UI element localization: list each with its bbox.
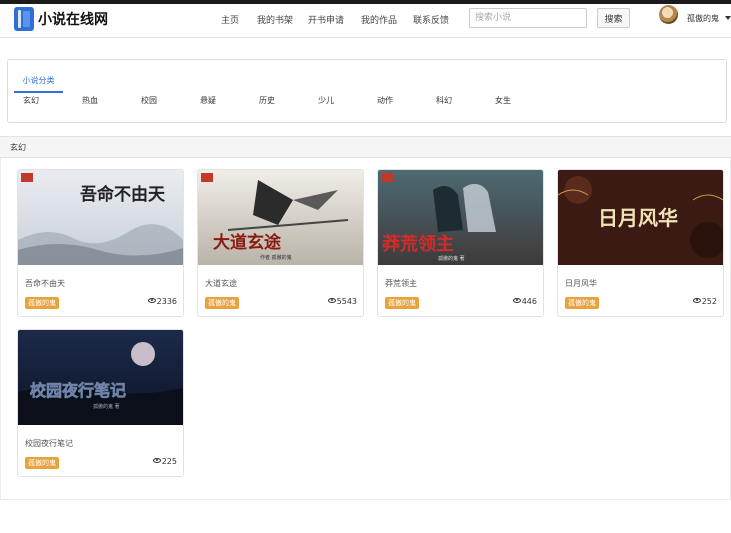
category-item-nvsheng[interactable]: 女生 xyxy=(495,95,511,106)
book-title[interactable]: 大道玄途 xyxy=(205,278,237,289)
section-header: 玄幻 xyxy=(0,136,731,158)
view-count: 446 xyxy=(512,297,537,306)
author-badge[interactable]: 孤傲的鬼 xyxy=(565,297,599,309)
book-card[interactable]: 日月风华 日月风华 孤傲的鬼 252 xyxy=(557,169,724,317)
cover-author: 孤傲的鬼 著 xyxy=(438,255,465,262)
category-item-xuanyi[interactable]: 悬疑 xyxy=(200,95,216,106)
view-count: 5543 xyxy=(327,297,357,306)
book-card[interactable]: 校园夜行笔记 孤傲的鬼 著 校园夜行笔记 孤傲的鬼 225 xyxy=(17,329,184,477)
tab-categories[interactable]: 小说分类 xyxy=(14,73,63,93)
cover-title: 日月风华 xyxy=(598,206,678,230)
username-dropdown[interactable]: 孤傲的鬼 xyxy=(687,13,719,24)
nav-link-feedback[interactable]: 联系反馈 xyxy=(413,13,449,26)
view-count: 2336 xyxy=(147,297,177,306)
book-logo-icon[interactable] xyxy=(14,7,34,31)
section-title: 玄幻 xyxy=(10,143,26,152)
book-card[interactable]: 大道玄途 作者 孤傲的鬼 大道玄途 孤傲的鬼 5543 xyxy=(197,169,364,317)
view-count-value: 5543 xyxy=(336,297,357,306)
book-cover[interactable]: 莽荒领主 孤傲的鬼 著 xyxy=(378,170,543,265)
site-logo-text[interactable]: 小说在线网 xyxy=(38,9,108,29)
book-card[interactable]: 吾命不由天 吾命不由天 孤傲的鬼 2336 xyxy=(17,169,184,317)
eye-icon xyxy=(692,298,701,303)
cover-title: 大道玄途 xyxy=(213,232,282,253)
search-input[interactable] xyxy=(469,8,587,28)
view-count: 252 xyxy=(692,297,717,306)
book-title[interactable]: 吾命不由天 xyxy=(25,278,65,289)
view-count: 225 xyxy=(152,457,177,466)
book-title[interactable]: 校园夜行笔记 xyxy=(25,438,73,449)
category-item-shaoer[interactable]: 少儿 xyxy=(318,95,334,106)
search-button[interactable]: 搜索 xyxy=(597,8,630,28)
avatar[interactable] xyxy=(659,5,678,24)
book-list: 吾命不由天 吾命不由天 孤傲的鬼 2336 大道玄途 作者 孤傲的鬼 大道玄途 … xyxy=(0,158,731,500)
cover-author: 作者 孤傲的鬼 xyxy=(260,254,292,261)
navbar: 小说在线网 主页 我的书架 开书申请 我的作品 联系反馈 搜索 孤傲的鬼 xyxy=(0,4,731,38)
view-count-value: 2336 xyxy=(156,297,177,306)
view-count-value: 225 xyxy=(161,457,177,466)
author-badge[interactable]: 孤傲的鬼 xyxy=(25,297,59,309)
book-cover[interactable]: 校园夜行笔记 孤傲的鬼 著 xyxy=(18,330,183,425)
book-title[interactable]: 日月风华 xyxy=(565,278,597,289)
category-item-xuanhuan[interactable]: 玄幻 xyxy=(23,95,39,106)
book-title[interactable]: 莽荒领主 xyxy=(385,278,417,289)
category-item-xiaoyuan[interactable]: 校园 xyxy=(141,95,157,106)
category-panel: 小说分类 玄幻 热血 校园 悬疑 历史 少儿 动作 科幻 女生 xyxy=(7,59,727,123)
book-cover[interactable]: 大道玄途 作者 孤傲的鬼 xyxy=(198,170,363,265)
nav-link-apply[interactable]: 开书申请 xyxy=(308,13,344,26)
view-count-value: 252 xyxy=(701,297,717,306)
eye-icon xyxy=(147,298,156,303)
nav-link-my-works[interactable]: 我的作品 xyxy=(361,13,397,26)
category-item-dongzuo[interactable]: 动作 xyxy=(377,95,393,106)
cover-title: 莽荒领主 xyxy=(381,233,454,255)
cover-author: 孤傲的鬼 著 xyxy=(93,403,120,410)
category-item-rexue[interactable]: 热血 xyxy=(82,95,98,106)
cover-title: 校园夜行笔记 xyxy=(30,381,126,400)
nav-link-home[interactable]: 主页 xyxy=(221,13,239,26)
eye-icon xyxy=(327,298,336,303)
eye-icon xyxy=(512,298,521,303)
author-badge[interactable]: 孤傲的鬼 xyxy=(25,457,59,469)
author-badge[interactable]: 孤傲的鬼 xyxy=(205,297,239,309)
category-item-kehuan[interactable]: 科幻 xyxy=(436,95,452,106)
category-item-lishi[interactable]: 历史 xyxy=(259,95,275,106)
author-badge[interactable]: 孤傲的鬼 xyxy=(385,297,419,309)
view-count-value: 446 xyxy=(521,297,537,306)
book-cover[interactable]: 吾命不由天 xyxy=(18,170,183,265)
cover-char: 吾命不由天 xyxy=(80,184,166,205)
book-card[interactable]: 莽荒领主 孤傲的鬼 著 莽荒领主 孤傲的鬼 446 xyxy=(377,169,544,317)
nav-link-bookshelf[interactable]: 我的书架 xyxy=(257,13,293,26)
caret-down-icon[interactable] xyxy=(725,16,731,20)
eye-icon xyxy=(152,458,161,463)
book-cover[interactable]: 日月风华 xyxy=(558,170,723,265)
